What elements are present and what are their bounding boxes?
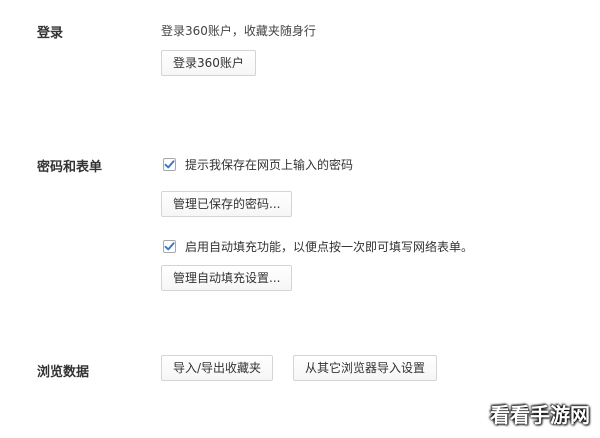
section-label-browsing-data: 浏览数据	[37, 365, 90, 380]
check-icon	[164, 242, 175, 251]
save-password-checkbox[interactable]	[163, 158, 176, 171]
manage-autofill-settings-button[interactable]: 管理自动填充设置...	[161, 265, 293, 291]
import-from-other-browser-button[interactable]: 从其它浏览器导入设置	[293, 355, 438, 381]
watermark-text: 看看手游网	[490, 403, 590, 427]
section-label-passwords-forms: 密码和表单	[37, 160, 103, 175]
autofill-option[interactable]: 启用自动填充功能，以便点按一次即可填写网络表单。	[163, 238, 473, 255]
login-description: 登录360账户，收藏夹随身行	[161, 24, 316, 38]
save-password-label: 提示我保存在网页上输入的密码	[185, 158, 354, 172]
section-label-login: 登录	[37, 26, 64, 41]
save-password-option[interactable]: 提示我保存在网页上输入的密码	[163, 156, 353, 173]
manage-saved-passwords-button[interactable]: 管理已保存的密码...	[161, 191, 293, 217]
login-360-account-button[interactable]: 登录360账户	[161, 50, 256, 76]
check-icon	[164, 160, 175, 169]
autofill-label: 启用自动填充功能，以便点按一次即可填写网络表单。	[185, 240, 474, 254]
import-export-bookmarks-button[interactable]: 导入/导出收藏夹	[161, 355, 274, 381]
autofill-checkbox[interactable]	[163, 240, 176, 253]
